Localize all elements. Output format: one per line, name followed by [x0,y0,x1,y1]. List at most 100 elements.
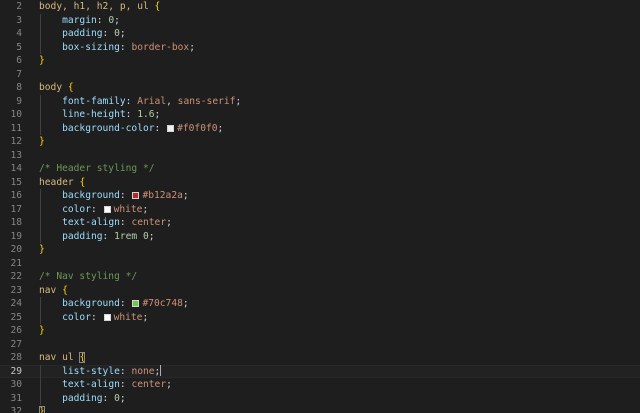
code-line[interactable]: 24 background: #70c748; [0,297,640,311]
code-text[interactable]: background: #70c748; [39,297,189,311]
code-token: #f0f0f0 [177,122,218,134]
code-text[interactable]: nav { [39,284,68,298]
code-token: : [119,365,132,377]
code-line[interactable]: 28 nav ul { [0,351,640,365]
code-text[interactable]: padding: 1rem 0; [39,230,155,244]
code-token: none [131,365,155,377]
line-number: 26 [10,325,22,336]
code-text[interactable]: margin: 0; [39,14,120,28]
line-number: 7 [16,68,22,80]
color-swatch-icon[interactable] [132,192,140,199]
code-text[interactable]: nav ul { [39,351,86,365]
code-text[interactable]: line-height: 1.6; [39,108,160,122]
code-line[interactable]: 14 /* Header styling */ [0,162,640,176]
code-text[interactable]: } [39,324,45,338]
code-line[interactable]: 31 padding: 0; [0,391,640,406]
code-token: ; [119,28,126,39]
code-token: border-box [131,41,190,53]
code-text[interactable]: padding: 0; [39,27,126,41]
code-token: text-align [62,379,120,390]
code-line[interactable]: 8 body { [0,81,640,95]
code-line[interactable]: 13 [0,149,640,163]
code-text[interactable]: background-color: #f0f0f0; [39,122,223,136]
line-number: 8 [16,82,22,93]
code-line[interactable]: 20} [0,243,640,257]
brace-token: { [67,82,74,93]
color-swatch-icon[interactable] [103,313,111,321]
line-number: 12 [10,136,22,147]
code-text[interactable]: background: #b12a2a; [39,189,189,203]
code-line[interactable]: 23 nav { [0,284,640,298]
brace-token: { [62,284,68,296]
code-token: ; [148,230,155,242]
code-token: padding [62,392,103,404]
code-line[interactable]: 9 font-family: Arial, sans-serif; [0,94,640,109]
code-text[interactable]: text-align: center; [39,378,172,392]
line-number: 13 [10,149,22,161]
code-token: : [119,217,132,228]
code-text[interactable]: body { [39,81,74,95]
code-text[interactable]: color: white; [39,311,148,325]
code-line[interactable]: 27 [0,338,640,352]
code-text[interactable]: font-family: Arial, sans-serif; [39,95,241,109]
code-text[interactable]: /* Nav styling */ [39,270,137,284]
code-token: : [125,95,138,107]
code-token: white [113,203,143,215]
code-line[interactable]: 4 padding: 0; [0,27,640,41]
code-text[interactable]: header { [39,176,85,190]
code-line[interactable]: 29 list-style: none; [0,364,640,379]
line-number: 27 [10,338,22,350]
code-line[interactable]: 11 background-color: #f0f0f0; [0,121,640,136]
code-line[interactable]: 5 box-sizing: border-box; [0,40,640,55]
code-token: #b12a2a [142,190,183,201]
code-line[interactable]: 6} [0,54,640,68]
code-line[interactable]: 19 padding: 1rem 0; [0,229,640,244]
code-text[interactable]: color: white; [39,203,148,217]
code-line[interactable]: 16 background: #b12a2a; [0,189,640,203]
code-token: background-color [62,122,155,134]
code-line[interactable]: 26} [0,324,640,338]
code-text[interactable]: body, h1, h2, p, ul { [39,0,160,14]
code-line[interactable]: 17 color: white; [0,202,640,217]
code-line[interactable]: 18 text-align: center; [0,216,640,230]
code-token: line-height [62,109,126,120]
line-number: 16 [10,190,22,201]
color-swatch-icon[interactable] [132,300,140,307]
code-line[interactable]: 32} [0,405,640,413]
code-text[interactable]: /* Header styling */ [39,162,155,176]
code-line[interactable]: 25 color: white; [0,310,640,325]
code-line[interactable]: 22 /* Nav styling */ [0,270,640,284]
code-editor[interactable]: 2 body, h1, h2, p, ul {3 margin: 0; 4 padd… [0,0,640,413]
code-line[interactable]: 15 header { [0,176,640,190]
code-text[interactable]: } [39,135,45,149]
line-number: 17 [10,203,22,215]
code-line[interactable]: 12} [0,135,640,149]
brace-token: } [39,406,45,413]
text-cursor [160,364,162,376]
code-text[interactable]: } [39,243,45,257]
code-line[interactable]: 21 [0,257,640,271]
code-line[interactable]: 2 body, h1, h2, p, ul { [0,0,640,14]
color-swatch-icon[interactable] [167,124,175,132]
code-token: background [62,298,120,309]
line-number: 18 [10,217,22,228]
code-text[interactable]: text-align: center; [39,216,172,230]
code-text[interactable]: box-sizing: border-box; [39,41,195,55]
code-line[interactable]: 3 margin: 0; [0,13,640,28]
code-token: ; [166,379,172,390]
code-token: : [119,298,132,309]
code-line[interactable]: 7 [0,68,640,82]
color-swatch-icon[interactable] [103,205,111,213]
code-text[interactable]: list-style: none; [39,364,162,379]
code-text[interactable]: padding: 0; [39,392,126,406]
code-text[interactable]: } [39,405,45,413]
code-text[interactable]: } [39,54,45,68]
code-token: nav [39,284,63,296]
code-line[interactable]: 30 text-align: center; [0,378,640,392]
code-token: text-align [62,217,120,228]
code-line[interactable]: 10 line-height: 1.6; [0,108,640,122]
